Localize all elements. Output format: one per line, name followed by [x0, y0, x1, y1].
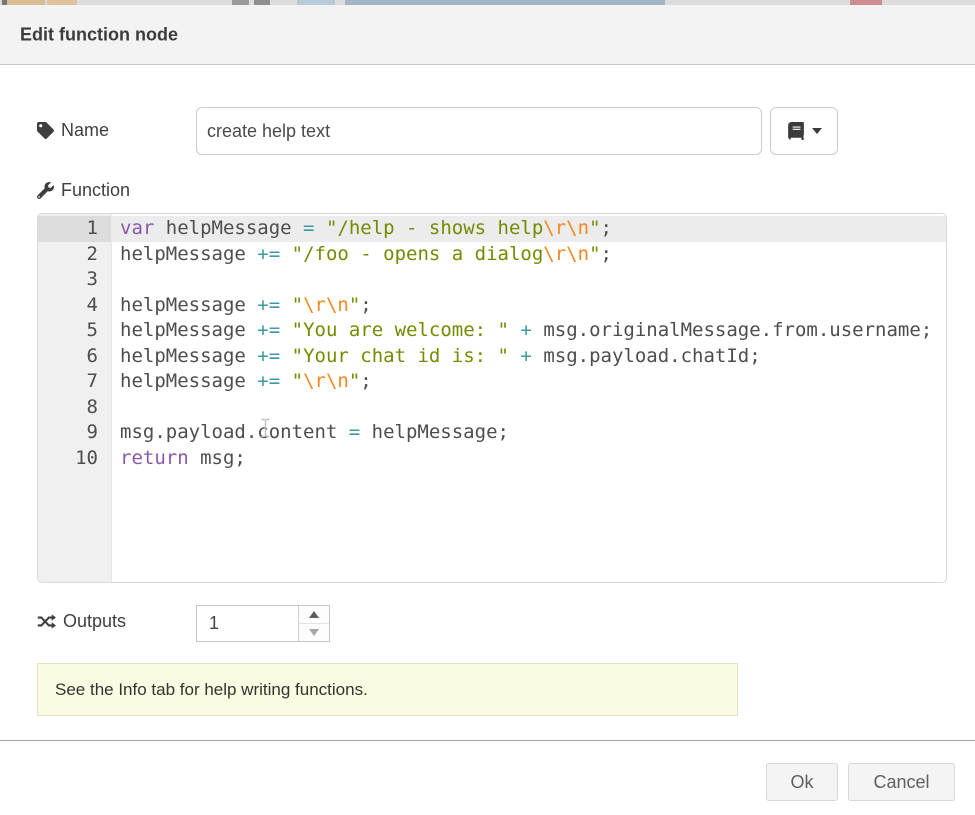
line-number: 8: [38, 395, 111, 421]
code-text[interactable]: helpMessage += "You are welcome: " + msg…: [111, 318, 946, 344]
triangle-down-icon: [309, 629, 319, 636]
shuffle-icon: [37, 612, 56, 631]
name-input[interactable]: [196, 107, 762, 155]
code-lines: 1var helpMessage = "/help - shows help\r…: [38, 216, 946, 471]
line-number: 2: [38, 242, 111, 268]
code-text[interactable]: msg.payload.content = helpMessage;: [111, 420, 946, 446]
outputs-label: Outputs: [37, 611, 126, 632]
library-button[interactable]: [770, 107, 838, 155]
line-number: 6: [38, 344, 111, 370]
code-line[interactable]: 6helpMessage += "Your chat id is: " + ms…: [38, 344, 946, 370]
ok-button[interactable]: Ok: [766, 763, 838, 801]
code-editor[interactable]: 1var helpMessage = "/help - shows help\r…: [37, 213, 947, 583]
spinner-down-button[interactable]: [299, 624, 329, 641]
outputs-input[interactable]: [197, 606, 298, 641]
code-line[interactable]: 5helpMessage += "You are welcome: " + ms…: [38, 318, 946, 344]
code-text[interactable]: [111, 267, 946, 293]
code-text[interactable]: helpMessage += "Your chat id is: " + msg…: [111, 344, 946, 370]
code-line[interactable]: 3: [38, 267, 946, 293]
spinner-buttons: [298, 606, 329, 641]
code-text[interactable]: var helpMessage = "/help - shows help\r\…: [111, 216, 946, 242]
chevron-down-icon: [812, 128, 822, 134]
line-number: 1: [38, 216, 111, 242]
line-number: 3: [38, 267, 111, 293]
line-number: 5: [38, 318, 111, 344]
tag-icon: [37, 122, 54, 139]
dialog-header: Edit function node: [0, 5, 975, 65]
code-text[interactable]: return msg;: [111, 446, 946, 472]
name-label-text: Name: [61, 120, 109, 141]
code-text[interactable]: helpMessage += "\r\n";: [111, 369, 946, 395]
info-tip: See the Info tab for help writing functi…: [37, 663, 738, 716]
line-number: 7: [38, 369, 111, 395]
info-tip-text: See the Info tab for help writing functi…: [55, 680, 368, 700]
code-line[interactable]: 9msg.payload.content = helpMessage;: [38, 420, 946, 446]
outputs-spinner: [196, 605, 330, 642]
outputs-label-text: Outputs: [63, 611, 126, 632]
line-number: 4: [38, 293, 111, 319]
code-line[interactable]: 4helpMessage += "\r\n";: [38, 293, 946, 319]
wrench-icon: [37, 182, 54, 199]
function-label-text: Function: [61, 180, 130, 201]
code-text[interactable]: [111, 395, 946, 421]
line-number: 10: [38, 446, 111, 472]
code-line[interactable]: 8: [38, 395, 946, 421]
code-line[interactable]: 10return msg;: [38, 446, 946, 472]
code-text[interactable]: helpMessage += "\r\n";: [111, 293, 946, 319]
name-label: Name: [37, 120, 109, 141]
code-line[interactable]: 2helpMessage += "/foo - opens a dialog\r…: [38, 242, 946, 268]
spinner-up-button[interactable]: [299, 606, 329, 624]
code-text[interactable]: helpMessage += "/foo - opens a dialog\r\…: [111, 242, 946, 268]
dialog-title: Edit function node: [20, 24, 178, 45]
code-line[interactable]: 7helpMessage += "\r\n";: [38, 369, 946, 395]
cancel-button[interactable]: Cancel: [848, 763, 955, 801]
triangle-up-icon: [309, 611, 319, 618]
code-line[interactable]: 1var helpMessage = "/help - shows help\r…: [38, 216, 946, 242]
book-icon: [787, 122, 805, 140]
function-label: Function: [37, 180, 130, 201]
line-number: 9: [38, 420, 111, 446]
